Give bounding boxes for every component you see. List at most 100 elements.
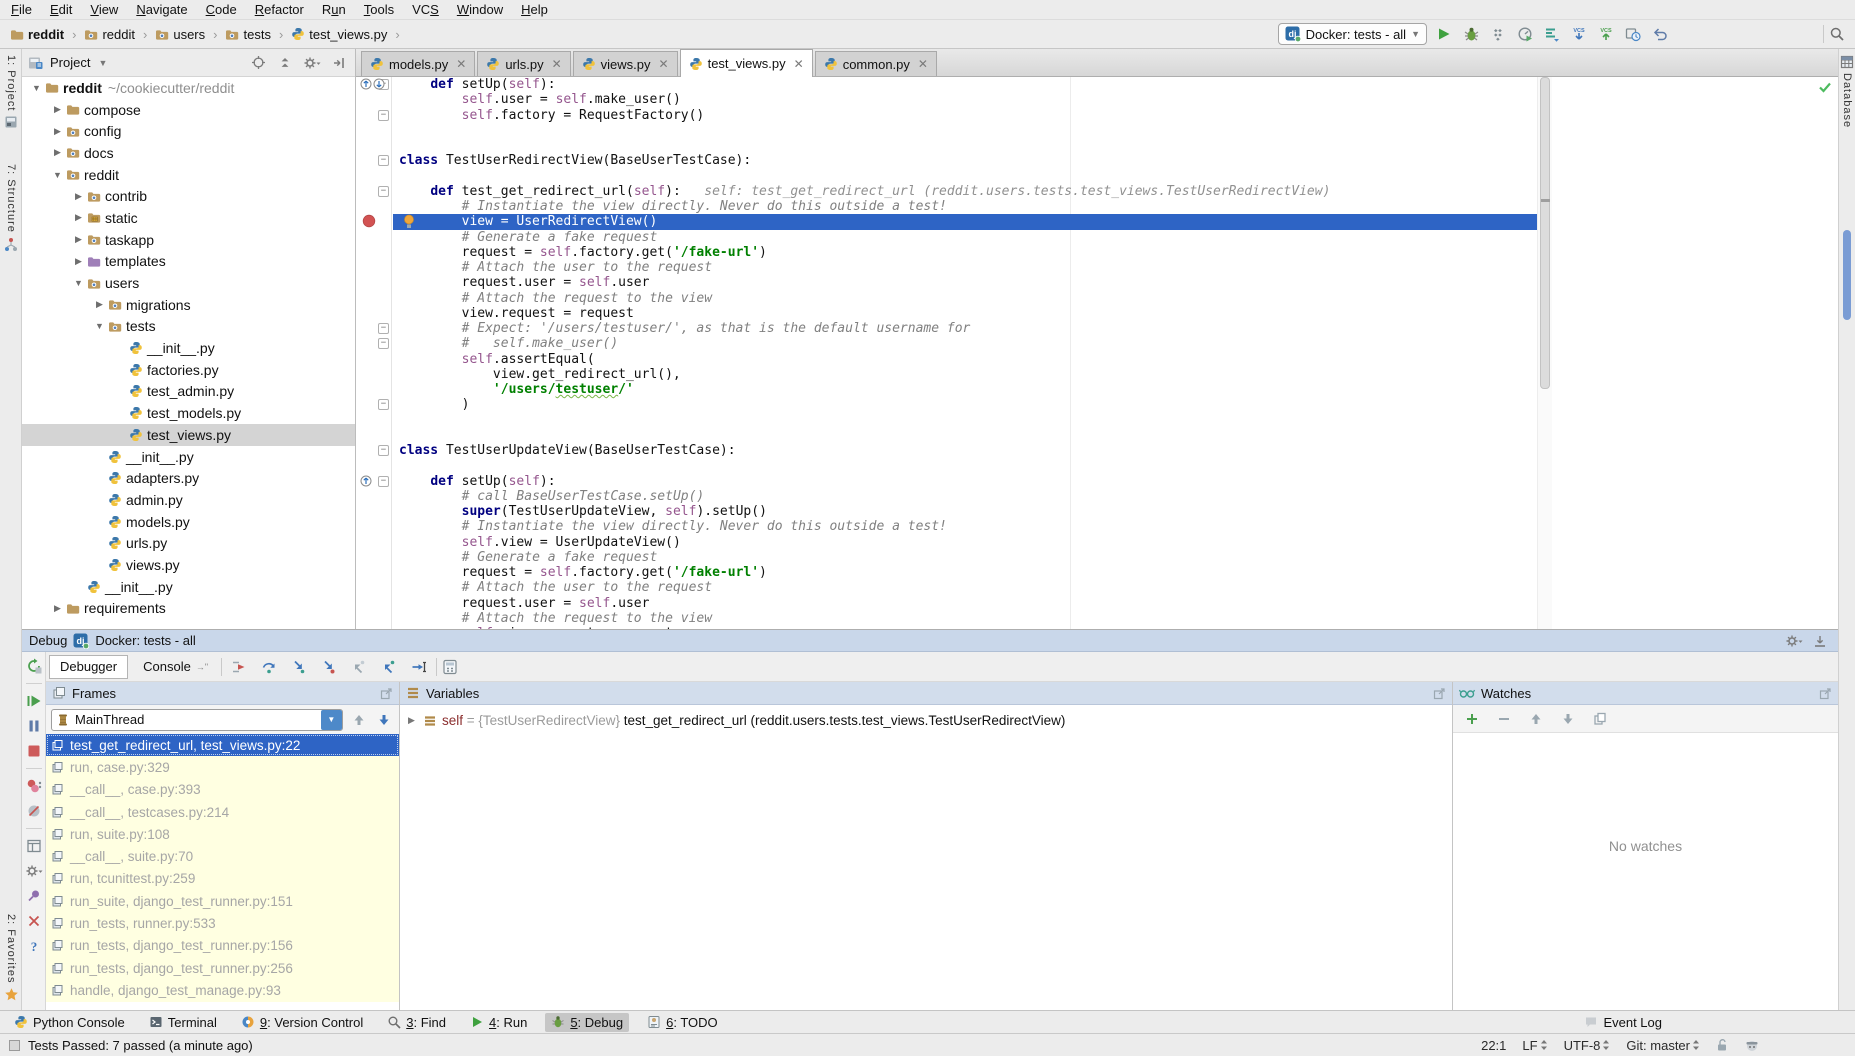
breadcrumb-item-tests[interactable]: tests (223, 27, 272, 42)
close-tab-icon[interactable]: ✕ (659, 57, 669, 71)
frame-row[interactable]: run_tests, django_test_runner.py:156 (46, 935, 399, 957)
debug-settings-button[interactable] (24, 861, 44, 881)
menu-item-run[interactable]: Run (313, 0, 355, 20)
toolwindow-button-terminal[interactable]: Terminal (143, 1013, 223, 1032)
vcs-update-button[interactable]: VCS (1569, 24, 1589, 44)
tree-item-factories-py[interactable]: factories.py (22, 359, 355, 381)
tree-collapse-arrow-icon[interactable]: ▶ (51, 603, 64, 614)
editor-scrollbar[interactable] (1537, 77, 1552, 629)
debug-button[interactable] (1461, 24, 1481, 44)
toolwindow-button-structure[interactable]: 7: Structure (5, 164, 17, 233)
tree-item-models-py[interactable]: models.py (22, 511, 355, 533)
tree-item-test-models-py[interactable]: test_models.py (22, 402, 355, 424)
tree-item--init-py[interactable]: __init__.py (22, 576, 355, 598)
toolwindow-button-6-todo[interactable]: 6: TODO (641, 1013, 724, 1032)
run-button[interactable] (1434, 24, 1454, 44)
overrides-method-icon[interactable] (360, 78, 372, 90)
frame-row[interactable]: handle, django_test_manage.py:93 (46, 979, 399, 1001)
rollback-button[interactable] (1650, 24, 1670, 44)
stop-button[interactable] (24, 741, 44, 761)
overridden-method-icon[interactable] (373, 78, 385, 90)
add-watch-button[interactable] (1462, 709, 1482, 729)
rerun-button[interactable] (24, 656, 44, 676)
toolwindow-button-5-debug[interactable]: 5: Debug (545, 1013, 629, 1032)
editor-tab-views-py[interactable]: views.py✕ (573, 51, 678, 76)
tree-item-reddit[interactable]: ▼reddit (22, 164, 355, 186)
tree-expand-arrow-icon[interactable]: ▼ (30, 83, 43, 93)
view-breakpoints-button[interactable] (24, 776, 44, 796)
fold-marker-icon[interactable]: − (378, 476, 389, 487)
frame-row[interactable]: run, case.py:329 (46, 756, 399, 778)
next-frame-button[interactable] (374, 710, 394, 730)
close-tab-icon[interactable]: ✕ (456, 57, 466, 71)
menu-item-help[interactable]: Help (512, 0, 557, 20)
frame-row[interactable]: run, tcunittest.py:259 (46, 868, 399, 890)
combobox-arrow-button[interactable]: ▼ (321, 710, 342, 730)
restore-layout-button[interactable] (24, 836, 44, 856)
step-over-button[interactable] (259, 657, 279, 677)
hector-icon[interactable] (1745, 1038, 1759, 1052)
coverage-button[interactable] (1488, 24, 1508, 44)
hide-window-icon[interactable] (1813, 634, 1827, 648)
tree-item-requirements[interactable]: ▶requirements (22, 598, 355, 620)
run-configuration-select[interactable]: dj Docker: tests - all ▼ (1278, 23, 1427, 45)
chevron-down-icon[interactable]: ▼ (98, 58, 107, 68)
favorites-star-icon[interactable] (4, 987, 19, 1002)
step-into-button[interactable] (289, 657, 309, 677)
tree-item-views-py[interactable]: views.py (22, 554, 355, 576)
close-tab-icon[interactable]: ✕ (552, 57, 562, 71)
collapse-all-button[interactable] (275, 53, 295, 73)
breadcrumb-item-reddit[interactable]: reddit (8, 27, 66, 42)
resume-button[interactable] (24, 691, 44, 711)
tree-collapse-arrow-icon[interactable]: ▶ (72, 256, 85, 267)
toolwindow-button-favorites[interactable]: 2: Favorites (5, 914, 17, 983)
editor-tab-models-py[interactable]: models.py✕ (361, 51, 475, 76)
float-panel-icon[interactable] (380, 687, 393, 700)
tree-item-docs[interactable]: ▶docs (22, 142, 355, 164)
overrides-method-icon[interactable] (360, 475, 372, 487)
tree-item-adapters-py[interactable]: adapters.py (22, 467, 355, 489)
duplicate-watch-button[interactable] (1590, 709, 1610, 729)
scrollbar-thumb[interactable] (1540, 77, 1550, 389)
editor-tab-common-py[interactable]: common.py✕ (815, 51, 937, 76)
toolwindow-button-9-version-control[interactable]: 9: Version Control (235, 1013, 369, 1032)
step-out-disabled-button[interactable] (349, 657, 369, 677)
tree-item-test-views-py[interactable]: test_views.py (22, 424, 355, 446)
status-message[interactable]: Tests Passed: 7 passed (a minute ago) (8, 1038, 253, 1053)
frame-row[interactable]: __call__, testcases.py:214 (46, 801, 399, 823)
profiler-button[interactable] (1515, 24, 1535, 44)
toolwindow-button-project[interactable]: 1: Project (5, 55, 17, 111)
pin-tab-button[interactable] (24, 886, 44, 906)
tree-item-admin-py[interactable]: admin.py (22, 489, 355, 511)
editor-tab-urls-py[interactable]: urls.py✕ (477, 51, 570, 76)
tree-item-reddit[interactable]: ▼reddit~/cookiecutter/reddit (22, 77, 355, 99)
intention-bulb-icon[interactable] (403, 214, 415, 229)
breadcrumb-item-test-views-py[interactable]: test_views.py (289, 27, 389, 42)
editor-gutter[interactable]: −−−−−−−−− (356, 77, 392, 629)
frame-row[interactable]: __call__, case.py:393 (46, 779, 399, 801)
close-tab-icon[interactable]: ✕ (918, 57, 928, 71)
menu-item-navigate[interactable]: Navigate (127, 0, 196, 20)
inspection-ok-icon[interactable] (1818, 81, 1832, 93)
line-separator-select[interactable]: LF (1522, 1038, 1547, 1053)
toolwindow-button-python-console[interactable]: Python Console (8, 1013, 131, 1032)
tree-collapse-arrow-icon[interactable]: ▶ (51, 126, 64, 137)
tab-console[interactable]: Console →" (128, 655, 218, 679)
menu-item-edit[interactable]: Edit (41, 0, 81, 20)
variable-row[interactable]: ▶ self = {TestUserRedirectView} test_get… (408, 713, 1452, 728)
menu-item-refactor[interactable]: Refactor (246, 0, 313, 20)
tree-item-users[interactable]: ▼users (22, 272, 355, 294)
vcs-commit-button[interactable]: VCS (1596, 24, 1616, 44)
step-out-button[interactable] (379, 657, 399, 677)
fold-marker-icon[interactable]: − (378, 155, 389, 166)
tree-item-static[interactable]: ▶static (22, 207, 355, 229)
git-branch-select[interactable]: Git: master (1626, 1038, 1700, 1053)
tree-collapse-arrow-icon[interactable]: ▶ (72, 234, 85, 245)
force-step-into-button[interactable] (319, 657, 339, 677)
close-tab-icon[interactable]: ✕ (794, 57, 804, 71)
menu-item-view[interactable]: View (81, 0, 127, 20)
tree-collapse-arrow-icon[interactable]: ▶ (93, 299, 106, 310)
previous-frame-button[interactable] (349, 710, 369, 730)
frame-row[interactable]: run_suite, django_test_runner.py:151 (46, 890, 399, 912)
event-log-button[interactable]: Event Log (1584, 1015, 1662, 1030)
